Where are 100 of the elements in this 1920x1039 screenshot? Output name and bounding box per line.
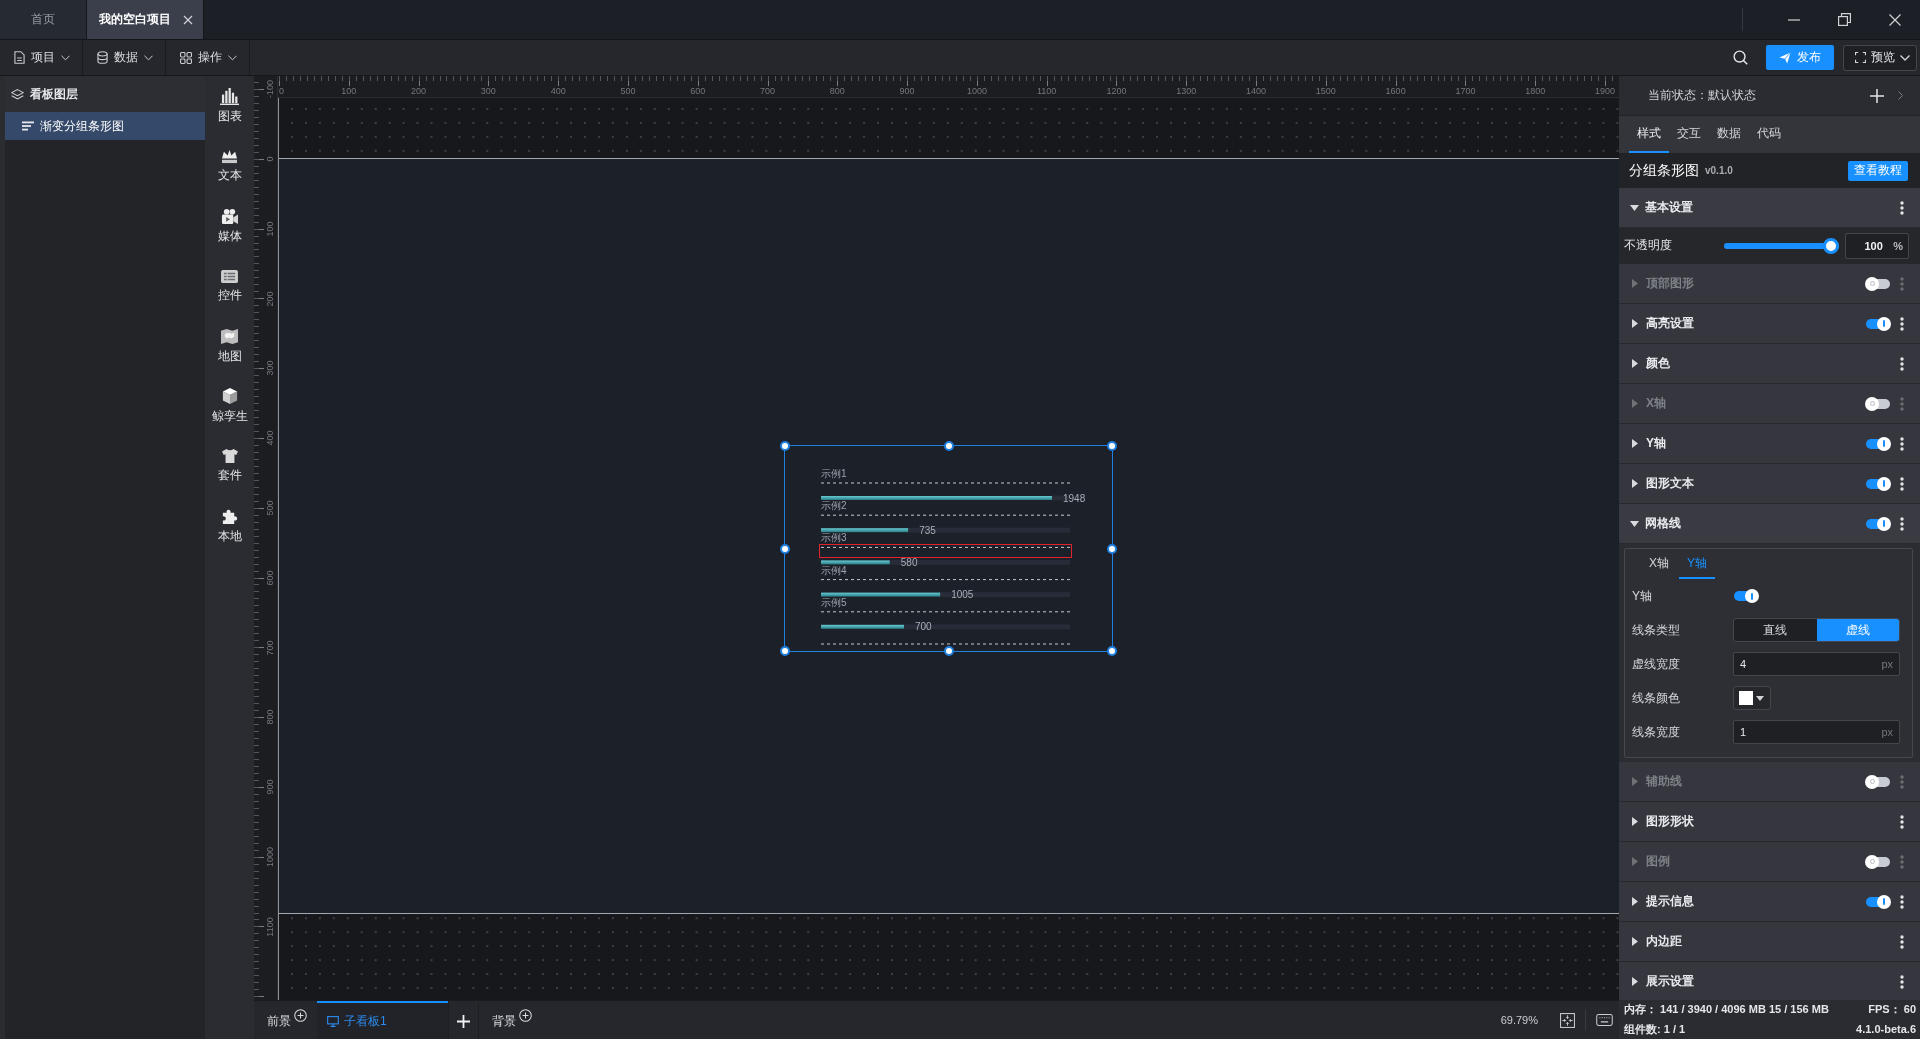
section-header[interactable]: 颜色 (1619, 344, 1920, 384)
section-header[interactable]: 网格线 (1619, 504, 1920, 544)
menu-button[interactable]: 项目 (0, 40, 83, 75)
fit-screen-icon[interactable] (1560, 1012, 1575, 1028)
toggle-switch[interactable] (1865, 396, 1891, 411)
window-tab[interactable]: 首页 (0, 0, 87, 39)
section-header[interactable]: 图形文本 (1619, 464, 1920, 504)
section-title: X轴 (1646, 395, 1666, 412)
component-category[interactable]: 鲸孪生 (205, 376, 254, 436)
component-category[interactable]: 套件 (205, 436, 254, 496)
section-header[interactable]: 图形形状 (1619, 802, 1920, 842)
more-icon[interactable] (1900, 516, 1904, 531)
number-field[interactable]: 100 % (1845, 232, 1909, 259)
chevron-down-icon (61, 54, 70, 61)
more-icon[interactable] (1900, 476, 1904, 491)
version-label: v0.1.0 (1705, 165, 1733, 176)
toggle-switch[interactable] (1865, 316, 1891, 331)
section-title: 图形文本 (1646, 475, 1694, 492)
more-icon[interactable] (1900, 814, 1904, 829)
toggle-switch[interactable] (1865, 436, 1891, 451)
resize-handle[interactable] (780, 441, 790, 451)
component-category[interactable]: 文本 (205, 136, 254, 196)
close-icon[interactable] (1889, 13, 1901, 26)
resize-handle[interactable] (1107, 646, 1117, 656)
toggle-switch[interactable] (1865, 894, 1891, 909)
chevron-down-icon (1900, 54, 1910, 61)
toggle-switch[interactable] (1865, 476, 1891, 491)
sub-tab[interactable]: Y轴 (1679, 549, 1716, 579)
restore-icon[interactable] (1838, 13, 1851, 26)
color-picker[interactable] (1733, 686, 1771, 710)
ruler-label: 0 (279, 86, 284, 96)
ruler-label: 700 (760, 86, 776, 96)
add-circle-icon[interactable] (519, 1009, 532, 1022)
ruler-label: 1400 (1246, 86, 1267, 96)
plus-icon[interactable] (457, 1014, 470, 1028)
resize-handle[interactable] (780, 646, 790, 656)
resize-handle[interactable] (943, 441, 954, 451)
resize-handle[interactable] (1107, 543, 1117, 554)
more-icon[interactable] (1900, 934, 1904, 949)
more-icon[interactable] (1900, 200, 1904, 215)
plus-icon[interactable] (1870, 88, 1884, 103)
section-header[interactable]: 高亮设置 (1619, 304, 1920, 344)
slider-track[interactable] (1724, 237, 1839, 254)
section-header[interactable]: 内边距 (1619, 922, 1920, 962)
component-category[interactable]: 图表 (205, 76, 254, 136)
preview-button[interactable]: 预览 (1843, 44, 1917, 71)
window-tab[interactable]: 我的空白项目 (87, 0, 204, 39)
component-category[interactable]: 本地 (205, 496, 254, 556)
menu-button[interactable]: 数据 (83, 40, 166, 75)
add-circle-icon[interactable] (294, 1009, 307, 1022)
more-icon[interactable] (1900, 356, 1904, 371)
toggle-switch[interactable] (1865, 516, 1891, 531)
inspector-tab[interactable]: 代码 (1749, 116, 1789, 153)
shirt-icon (220, 448, 239, 464)
toggle-switch[interactable] (1865, 774, 1891, 789)
segment-option[interactable]: 直线 (1734, 619, 1817, 641)
section-header[interactable]: 提示信息 (1619, 882, 1920, 922)
resize-handle[interactable] (780, 543, 790, 554)
slider-thumb[interactable] (1823, 237, 1839, 254)
number-field[interactable]: 1 px (1733, 720, 1900, 744)
more-icon[interactable] (1900, 436, 1904, 451)
more-icon[interactable] (1900, 974, 1904, 989)
number-field[interactable]: 4 px (1733, 652, 1900, 676)
layer-tab[interactable]: 前景 (254, 1001, 317, 1039)
toggle-switch[interactable] (1865, 276, 1891, 291)
bar-chart-icon (220, 87, 239, 105)
category-label: 示例1 (821, 468, 847, 479)
component-category[interactable]: 控件 (205, 256, 254, 316)
section-header[interactable]: Y轴 (1619, 424, 1920, 464)
more-icon[interactable] (1900, 894, 1904, 909)
search-icon[interactable] (1733, 50, 1748, 65)
minimize-icon[interactable] (1788, 18, 1800, 21)
database-icon (97, 51, 108, 64)
board-tab[interactable]: 子看板1 (317, 1001, 448, 1039)
section-title: 图形形状 (1646, 813, 1694, 830)
resize-handle[interactable] (943, 646, 954, 656)
section-header[interactable]: 展示设置 (1619, 962, 1920, 1000)
toggle-switch[interactable] (1865, 854, 1891, 869)
component-category[interactable]: 地图 (205, 316, 254, 376)
bar (821, 560, 890, 565)
component-category[interactable]: 媒体 (205, 196, 254, 256)
toggle-switch[interactable] (1733, 589, 1759, 603)
layer-item[interactable]: 渐变分组条形图 (5, 112, 205, 140)
inspector-tab[interactable]: 数据 (1709, 116, 1749, 153)
keyboard-icon[interactable] (1596, 1014, 1613, 1026)
close-icon[interactable] (183, 14, 193, 25)
ruler-label: 1800 (1525, 86, 1546, 96)
inspector-tab[interactable]: 交互 (1669, 116, 1709, 153)
category-label: 示例2 (821, 500, 847, 512)
ruler-label: 400 (265, 430, 275, 446)
layer-tab[interactable]: 背景 (479, 1001, 542, 1039)
ruler-label: -100 (265, 80, 275, 99)
version-label: 4.1.0-beta.6 (1856, 1023, 1916, 1036)
resize-handle[interactable] (1107, 441, 1117, 451)
ruler-label: 500 (620, 86, 636, 96)
more-icon[interactable] (1900, 316, 1904, 331)
section-header[interactable]: 基本设置 (1619, 188, 1920, 228)
menu-button[interactable]: 操作 (166, 40, 250, 75)
sub-tab[interactable]: X轴 (1641, 549, 1677, 579)
chevron-right-icon[interactable] (1898, 91, 1903, 100)
